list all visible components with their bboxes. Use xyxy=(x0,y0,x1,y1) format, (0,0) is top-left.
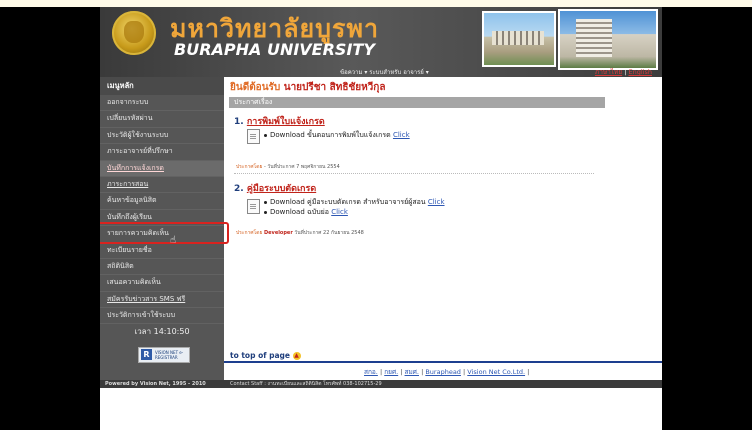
welcome-heading: ยินดีต้อนรับ นายปรีชา สิทธิชัยหวีกุล xyxy=(230,80,385,95)
clock-time: เวลา 14:10:50 xyxy=(134,327,190,336)
meta-label: ประกาศโดย xyxy=(236,230,263,236)
video-top-strip xyxy=(0,0,752,7)
meta-date: วันที่ประกาศ 7 พฤศจิกายน 2554 xyxy=(267,164,340,170)
university-title-english: BURAPHA UNIVERSITY xyxy=(174,40,375,59)
sidebar-item-roster[interactable]: ทะเบียนรายชื่อ xyxy=(100,243,224,259)
footer-link-onesqa[interactable]: สมศ. xyxy=(405,368,419,376)
meta-author: Developer xyxy=(264,230,293,236)
announcement-2-link[interactable]: คู่มือระบบตัดเกรด xyxy=(247,184,316,194)
footer-separator: | xyxy=(400,368,403,376)
welcome-prefix: ยินดีต้อนรับ xyxy=(230,82,281,93)
meta-date: วันที่ประกาศ 22 กันยายน 2548 xyxy=(294,230,364,236)
announcement-1-link[interactable]: การพิมพ์ใบแจ้งเกรด xyxy=(247,117,325,127)
vision-net-logo-text: VISION NET e-REGISTRAR xyxy=(155,350,184,360)
footer-separator: | xyxy=(527,368,530,376)
red-highlight-annotation xyxy=(100,222,229,244)
sidebar-item-sms-subscribe[interactable]: สมัครรับข่าวสาร SMS ฟรี xyxy=(100,292,224,309)
lang-separator: | xyxy=(624,68,627,76)
building-photo xyxy=(558,9,658,70)
university-seal-logo xyxy=(112,11,156,55)
meta-label: ประกาศโดย xyxy=(236,164,263,170)
user-name: นายปรีชา สิทธิชัยหวีกุล xyxy=(283,82,386,93)
bullet-icon xyxy=(264,200,267,204)
site-header: มหาวิทยาลัยบูรพา BURAPHA UNIVERSITY ข้อค… xyxy=(100,7,662,77)
footer-divider xyxy=(224,361,662,363)
meta-author: - xyxy=(264,164,266,170)
download-text: Download ฉบับย่อ xyxy=(270,208,329,216)
vision-net-logo[interactable]: R VISION NET e-REGISTRAR xyxy=(138,347,190,363)
footer-link-buraphead[interactable]: Buraphead xyxy=(425,368,461,376)
sidebar-item-logout[interactable]: ออกจากระบบ xyxy=(100,95,224,112)
announcement-2-meta: ประกาศโดย Developer วันที่ประกาศ 22 กันย… xyxy=(236,229,364,237)
sidebar-title: เมนูหลัก xyxy=(100,77,224,95)
document-icon xyxy=(247,199,260,214)
footer-link-slf[interactable]: กยศ. xyxy=(384,368,398,376)
to-top-label: to top of page xyxy=(230,351,290,360)
sidebar-item-advisor[interactable]: ภาระอาจารย์ที่ปรึกษา xyxy=(100,144,224,161)
lang-thai-link[interactable]: ภาษาไทย xyxy=(595,68,622,76)
sidebar-item-grade-entry[interactable]: บันทึกการแจ้งเกรด xyxy=(100,160,224,177)
bottom-bar: Powered by Vision Net, 1995 - 2010 Conta… xyxy=(100,380,662,388)
download-text: Download คู่มือระบบตัดเกรด สำหรับอาจารย์… xyxy=(270,198,426,206)
announcement-2-title: 2. คู่มือระบบตัดเกรด xyxy=(234,181,316,195)
sidebar-item-user-profile[interactable]: ประวัติผู้ใช้งานระบบ xyxy=(100,128,224,145)
download-click-link[interactable]: Click xyxy=(393,131,410,139)
footer-separator: | xyxy=(421,368,424,376)
powered-by: Powered by Vision Net, 1995 - 2010 xyxy=(105,381,206,387)
announcement-2-number: 2. xyxy=(234,184,244,194)
footer-link-visionnet[interactable]: Vision Net Co.Ltd. xyxy=(467,368,525,376)
footer-links: สกอ. | กยศ. | สมศ. | Buraphead | Vision … xyxy=(364,367,529,377)
footer-separator: | xyxy=(463,368,466,376)
up-arrow-icon: ▲ xyxy=(292,352,301,360)
download-item: Download ฉบับย่อ Click xyxy=(264,207,348,218)
announcement-header: ประกาศเรื่อง xyxy=(229,97,605,108)
language-switcher: ภาษาไทย | English xyxy=(595,67,652,77)
sidebar-item-teaching-load[interactable]: ภาระการสอน xyxy=(100,177,224,194)
sidebar-item-change-password[interactable]: เปลี่ยนรหัสผ่าน xyxy=(100,111,224,128)
divider xyxy=(234,173,594,174)
download-click-link[interactable]: Click xyxy=(428,198,445,206)
announcement-1-meta: ประกาศโดย - วันที่ประกาศ 7 พฤศจิกายน 255… xyxy=(236,163,340,171)
campus-photo xyxy=(482,11,556,67)
sidebar: เมนูหลัก ออกจากระบบ เปลี่ยนรหัสผ่าน ประว… xyxy=(100,77,229,380)
sidebar-item-student-stats[interactable]: สถิตินิสิต xyxy=(100,259,224,276)
download-click-link[interactable]: Click xyxy=(331,208,348,216)
footer-separator: | xyxy=(379,368,383,376)
download-item: Download ขั้นตอนการพิมพ์ใบแจ้งเกรด Click xyxy=(264,130,410,141)
browser-page: มหาวิทยาลัยบูรพา BURAPHA UNIVERSITY ข้อค… xyxy=(100,7,662,430)
contact-staff: Contact Staff : งานทะเบียนและสถิตินิสิต … xyxy=(230,381,382,387)
bullet-icon xyxy=(264,210,267,214)
sidebar-item-suggest[interactable]: เสนอความคิดเห็น xyxy=(100,275,224,292)
main-content: ยินดีต้อนรับ นายปรีชา สิทธิชัยหวีกุล ประ… xyxy=(224,77,662,380)
sidebar-item-student-search[interactable]: ค้นหาข้อมูลนิสิต xyxy=(100,193,224,210)
document-icon xyxy=(247,129,260,144)
mouse-cursor-icon: ☝ xyxy=(170,235,177,246)
bullet-icon xyxy=(264,133,267,137)
announcement-1-number: 1. xyxy=(234,117,244,127)
lang-english-link[interactable]: English xyxy=(629,68,652,76)
announcement-1-title: 1. การพิมพ์ใบแจ้งเกรด xyxy=(234,114,325,128)
download-text: Download ขั้นตอนการพิมพ์ใบแจ้งเกรด xyxy=(270,131,391,139)
footer-link-ohec[interactable]: สกอ. xyxy=(364,368,378,376)
vision-net-logo-letter: R xyxy=(141,349,152,360)
sidebar-item-login-history[interactable]: ประวัติการเข้าใช้ระบบ xyxy=(100,308,224,325)
to-top-link[interactable]: to top of page ▲ xyxy=(230,351,301,360)
top-menu-dropdowns[interactable]: ข้อความ ▾ ระบบสำหรับ อาจารย์ ▾ xyxy=(340,67,429,77)
